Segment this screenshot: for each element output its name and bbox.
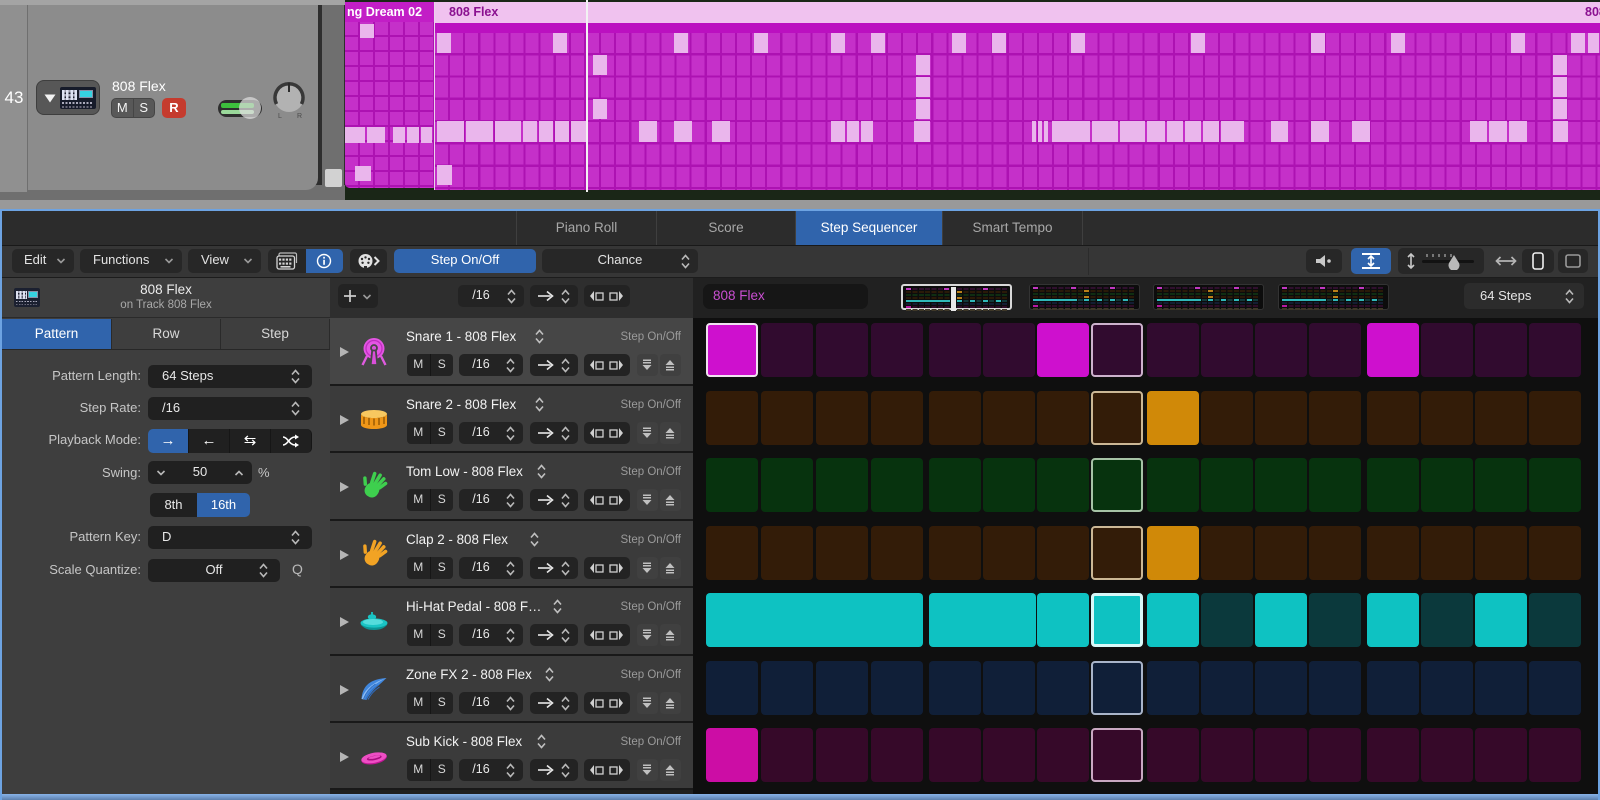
svg-text:R: R: [297, 113, 302, 120]
svg-text:L: L: [278, 113, 282, 120]
